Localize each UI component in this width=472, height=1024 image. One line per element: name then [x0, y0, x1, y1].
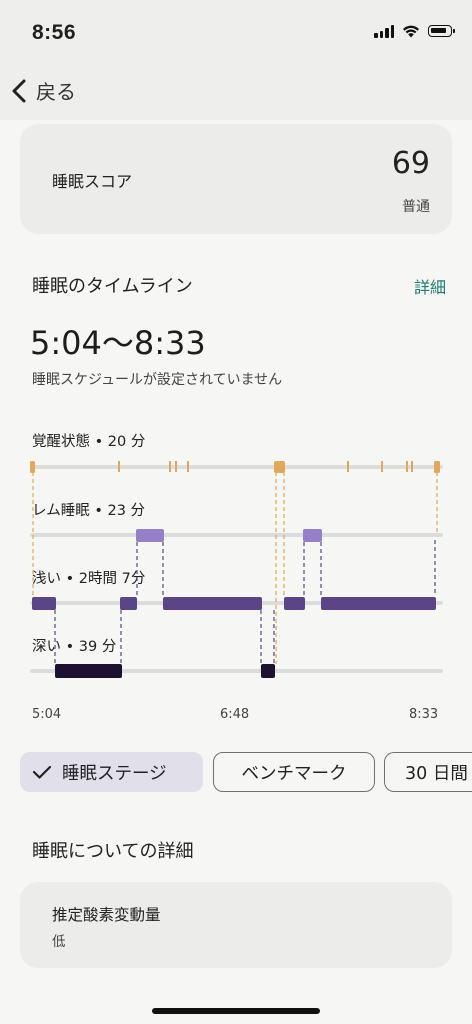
light-segment — [163, 597, 262, 610]
chip-sleep-stages-label: 睡眠ステージ — [62, 763, 167, 784]
light-segment — [284, 597, 305, 610]
home-indicator[interactable] — [152, 1008, 320, 1014]
deep-segment — [55, 664, 122, 678]
light-segment — [120, 597, 137, 610]
awake-segment — [169, 461, 171, 472]
sleep-stage-chart — [30, 461, 443, 678]
rem-segment — [303, 529, 322, 542]
chip-benchmark[interactable]: ベンチマーク — [213, 752, 375, 792]
oxygen-variation-card[interactable]: 推定酸素変動量 低 — [20, 882, 452, 968]
awake-segment — [347, 461, 349, 472]
oxygen-variation-value: 低 — [52, 934, 66, 950]
chip-30-days[interactable]: 30 日間 — [384, 752, 472, 792]
awake-segment — [434, 461, 440, 473]
rem-segment — [136, 529, 164, 542]
awake-segment — [187, 461, 189, 472]
awake-segment — [30, 461, 35, 473]
awake-segment — [381, 461, 383, 472]
awake-segment — [118, 461, 120, 472]
awake-segment — [406, 461, 408, 472]
chip-30-days-label: 30 日間 — [405, 763, 468, 784]
axis-start-time: 5:04 — [32, 707, 62, 722]
check-icon — [32, 765, 52, 779]
deep-segment — [261, 664, 275, 678]
chip-benchmark-label: ベンチマーク — [241, 763, 347, 784]
axis-mid-time: 6:48 — [220, 707, 250, 722]
details-title: 睡眠についての詳細 — [32, 841, 194, 862]
awake-segment — [411, 461, 413, 472]
awake-segment — [175, 461, 177, 472]
axis-end-time: 8:33 — [409, 707, 439, 722]
chip-sleep-stages[interactable]: 睡眠ステージ — [20, 752, 203, 792]
awake-segment — [274, 461, 285, 473]
light-segment — [32, 597, 56, 610]
light-segment — [321, 597, 436, 610]
oxygen-variation-label: 推定酸素変動量 — [52, 906, 161, 924]
